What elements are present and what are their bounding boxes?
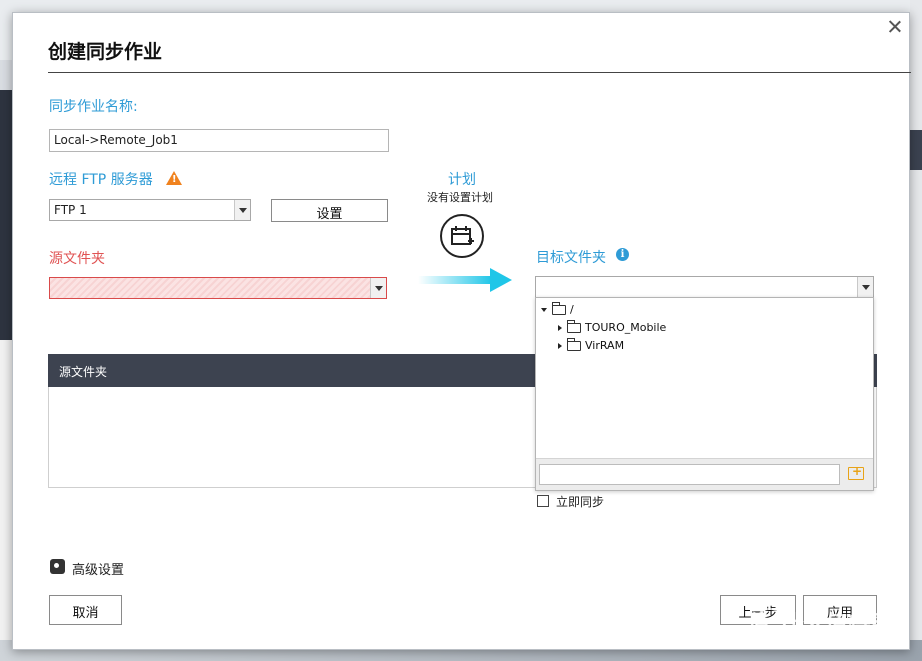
collapse-icon[interactable]	[541, 307, 547, 312]
target-folder-tree-dropdown: / TOURO_Mobile VirRAM	[535, 297, 874, 491]
warning-icon: !	[166, 171, 182, 185]
schedule-status: 没有设置计划	[427, 191, 493, 204]
sync-now-checkbox[interactable]	[537, 495, 549, 507]
ftp-server-label: 远程 FTP 服务器	[49, 172, 153, 188]
new-folder-input[interactable]	[539, 464, 840, 485]
sync-now-label: 立即同步	[556, 495, 605, 509]
tree-row-touro[interactable]: TOURO_Mobile	[558, 319, 667, 334]
target-folder-label: 目标文件夹	[536, 250, 606, 266]
job-name-label: 同步作业名称:	[49, 99, 138, 115]
tree-root-label: /	[570, 303, 574, 316]
folder-icon	[567, 337, 581, 351]
create-sync-job-dialog: 创建同步作业 同步作业名称: Local->Remote_Job1 远程 FTP…	[12, 12, 911, 650]
tree-footer	[536, 458, 873, 490]
expand-icon[interactable]	[558, 324, 562, 331]
expand-icon[interactable]	[558, 342, 562, 349]
advanced-settings-link[interactable]: 高级设置	[72, 559, 124, 578]
cancel-button[interactable]: 取消	[49, 595, 122, 625]
sync-direction-arrow-icon	[418, 268, 512, 292]
tree-row-virram[interactable]: VirRAM	[558, 337, 625, 352]
folder-icon	[567, 319, 581, 333]
dialog-title: 创建同步作业	[48, 41, 163, 63]
add-folder-icon[interactable]	[848, 464, 864, 480]
info-icon[interactable]: i	[616, 248, 629, 261]
background-right-block	[910, 130, 922, 170]
tree-item-label: VirRAM	[585, 339, 625, 352]
schedule-label: 计划	[448, 172, 476, 188]
chevron-down-icon	[234, 200, 250, 220]
tree-item-label: TOURO_Mobile	[585, 321, 667, 334]
ftp-settings-button[interactable]: 设置	[271, 199, 388, 222]
gear-icon[interactable]	[50, 559, 65, 574]
source-folder-select[interactable]	[49, 277, 387, 299]
title-divider	[48, 72, 911, 73]
chevron-down-icon	[370, 278, 386, 298]
calendar-svg	[451, 226, 474, 245]
watermark-text: 值 什么值得买	[748, 612, 895, 637]
source-folder-label: 源文件夹	[49, 251, 105, 267]
close-icon[interactable]	[887, 19, 903, 35]
chevron-down-icon	[857, 277, 873, 297]
background-sidebar	[0, 90, 12, 340]
folder-open-icon	[552, 301, 566, 315]
ftp-server-value: FTP 1	[54, 203, 87, 217]
target-folder-select[interactable]	[535, 276, 874, 298]
tree-row-root[interactable]: /	[541, 301, 574, 316]
job-name-input[interactable]: Local->Remote_Job1	[49, 129, 389, 152]
ftp-server-select[interactable]: FTP 1	[49, 199, 251, 221]
calendar-add-icon[interactable]	[440, 214, 484, 258]
background-right-edge	[910, 0, 922, 661]
